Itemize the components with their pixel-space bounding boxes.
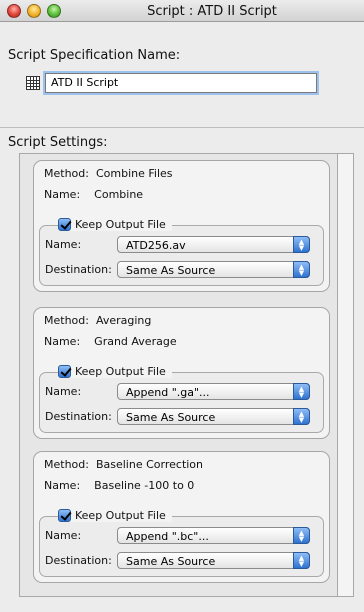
settings-label: Script Settings: (8, 135, 108, 150)
output-name-popup[interactable]: ATD256.av ▲ ▼ (117, 236, 310, 253)
output-name-popup[interactable]: Append ".bc"... ▲ ▼ (117, 527, 310, 544)
method-value: Combine Files (95, 167, 173, 180)
popup-arrows-icon: ▲ ▼ (293, 527, 310, 544)
popup-arrows-icon: ▲ ▼ (293, 383, 310, 400)
keep-output-checkbox[interactable] (58, 509, 71, 522)
keep-output-label: Keep Output File (75, 509, 166, 522)
output-name-value: Append ".ga"... (126, 386, 210, 399)
step-name: Name: Grand Average (44, 335, 177, 348)
spec-name-label: Script Specification Name: (8, 48, 181, 63)
step-card: Method: Averaging Name: Grand Average Ke… (33, 307, 330, 439)
keep-output-checkbox[interactable] (58, 218, 71, 231)
method-key: Method: (44, 458, 89, 471)
minimize-button[interactable] (27, 4, 41, 18)
destination-label: Destination: (45, 263, 112, 276)
popup-arrows-icon: ▲ ▼ (293, 552, 310, 569)
step-method: Method: Baseline Correction (44, 458, 203, 471)
method-key: Method: (44, 314, 89, 327)
destination-value: Same As Source (126, 411, 216, 424)
name-value: Combine (94, 188, 144, 201)
script-document-icon (26, 76, 40, 90)
destination-popup[interactable]: Same As Source ▲ ▼ (117, 408, 310, 425)
keep-output-checkbox-row[interactable]: Keep Output File (58, 365, 172, 378)
window-title: Script : ATD II Script (147, 4, 277, 19)
output-name-value: Append ".bc"... (126, 530, 209, 543)
keep-output-checkbox-row[interactable]: Keep Output File (58, 218, 172, 231)
output-name-label: Name: (45, 529, 82, 542)
keep-output-group: Keep Output File Name: Append ".ga"... ▲… (39, 365, 324, 433)
step-name: Name: Baseline -100 to 0 (44, 479, 194, 492)
close-button[interactable] (7, 4, 21, 18)
output-name-label: Name: (45, 385, 82, 398)
output-name-popup[interactable]: Append ".ga"... ▲ ▼ (117, 383, 310, 400)
name-value: Grand Average (94, 335, 177, 348)
output-name-value: ATD256.av (126, 239, 186, 252)
popup-arrows-icon: ▲ ▼ (293, 408, 310, 425)
settings-scrollbar[interactable] (338, 153, 354, 597)
destination-popup[interactable]: Same As Source ▲ ▼ (117, 552, 310, 569)
name-value: Baseline -100 to 0 (94, 479, 195, 492)
popup-arrows-icon: ▲ ▼ (293, 236, 310, 253)
step-method: Method: Averaging (44, 314, 151, 327)
zoom-button[interactable] (47, 4, 61, 18)
spec-name-input[interactable]: ATD II Script (45, 73, 317, 93)
step-card: Method: Baseline Correction Name: Baseli… (33, 451, 330, 583)
destination-value: Same As Source (126, 555, 216, 568)
step-card: Method: Combine Files Name: Combine Keep… (33, 160, 330, 292)
keep-output-checkbox[interactable] (58, 365, 71, 378)
keep-output-checkbox-row[interactable]: Keep Output File (58, 509, 172, 522)
name-key: Name: (44, 188, 81, 201)
method-value: Averaging (95, 314, 152, 327)
method-value: Baseline Correction (95, 458, 204, 471)
destination-popup[interactable]: Same As Source ▲ ▼ (117, 261, 310, 278)
popup-arrows-icon: ▲ ▼ (293, 261, 310, 278)
keep-output-group: Keep Output File Name: Append ".bc"... ▲… (39, 509, 324, 577)
section-divider (0, 127, 364, 128)
keep-output-label: Keep Output File (75, 365, 166, 378)
title-bar[interactable]: Script : ATD II Script (0, 0, 364, 22)
keep-output-label: Keep Output File (75, 218, 166, 231)
name-key: Name: (44, 479, 81, 492)
keep-output-group: Keep Output File Name: ATD256.av ▲ ▼ Dest… (39, 218, 324, 286)
step-name: Name: Combine (44, 188, 143, 201)
output-name-label: Name: (45, 238, 82, 251)
destination-value: Same As Source (126, 264, 216, 277)
destination-label: Destination: (45, 554, 112, 567)
destination-label: Destination: (45, 410, 112, 423)
step-method: Method: Combine Files (44, 167, 173, 180)
name-key: Name: (44, 335, 81, 348)
script-window: Script : ATD II Script Script Specificat… (0, 0, 364, 612)
method-key: Method: (44, 167, 89, 180)
